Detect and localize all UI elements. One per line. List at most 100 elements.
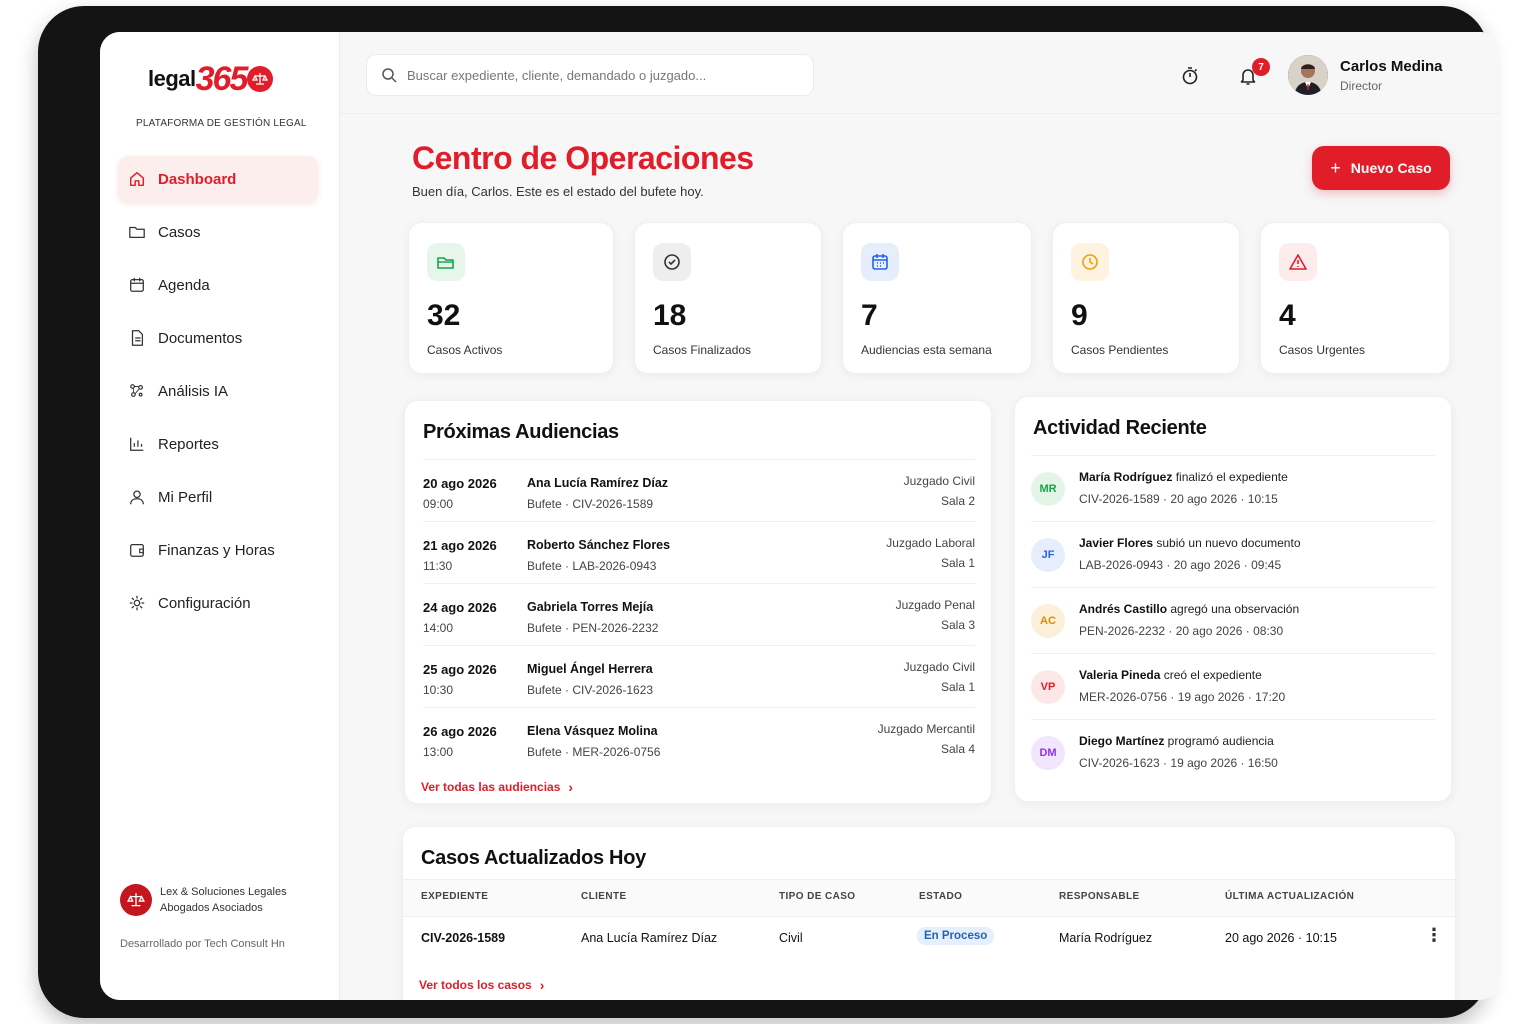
all-cases-label: Ver todos los casos [419, 978, 532, 992]
activity-item[interactable]: DM Diego Martínez programó audiencia CIV… [1031, 719, 1435, 785]
stat-card-hearings[interactable]: 7 Audiencias esta semana [842, 222, 1032, 374]
alert-icon [1279, 243, 1317, 281]
folder-open-icon [427, 243, 465, 281]
calendar-icon [861, 243, 899, 281]
sidebar-item-reportes[interactable]: Reportes [118, 421, 318, 467]
stat-value: 32 [427, 299, 461, 332]
hearing-row[interactable]: 20 ago 2026 09:00 Ana Lucía Ramírez Díaz… [423, 459, 975, 521]
hearing-time: 09:00 [423, 497, 454, 511]
hearings-panel: Próximas Audiencias 20 ago 2026 09:00 An… [404, 400, 992, 804]
hearing-row[interactable]: 26 ago 2026 13:00 Elena Vásquez Molina B… [423, 707, 975, 769]
hearing-court: Juzgado Civil [903, 660, 975, 674]
more-options-icon[interactable]: ⋮ [1425, 925, 1443, 946]
sidebar-item-documentos[interactable]: Documentos [118, 315, 318, 361]
hearing-client: Gabriela Torres Mejía [527, 600, 654, 614]
avatar[interactable] [1288, 55, 1328, 95]
home-icon [129, 171, 145, 187]
activity-meta: MER-2026-0756 · 19 ago 2026 · 17:20 [1079, 690, 1286, 704]
sidebar-item-finanzas[interactable]: Finanzas y Horas [118, 527, 318, 573]
column-header[interactable]: TIPO DE CASO [779, 891, 855, 902]
new-case-button[interactable]: + Nuevo Caso [1312, 146, 1450, 190]
hearing-time: 14:00 [423, 621, 454, 635]
activity-panel: Actividad Reciente MR María Rodríguez fi… [1014, 396, 1452, 802]
activity-user: Andrés Castillo [1079, 602, 1168, 616]
app-screen: legal 365 PLATAFORMA DE GESTIÓN LEGAL Da… [100, 32, 1500, 1000]
hearing-client: Miguel Ángel Herrera [527, 662, 653, 676]
activity-item[interactable]: JF Javier Flores subió un nuevo document… [1031, 521, 1435, 587]
folder-icon [129, 226, 145, 239]
column-header[interactable]: CLIENTE [581, 891, 627, 902]
hearings-title: Próximas Audiencias [423, 421, 619, 443]
app-logo[interactable]: legal 365 [148, 62, 274, 96]
activity-user: Javier Flores [1079, 536, 1154, 550]
hearing-row[interactable]: 25 ago 2026 10:30 Miguel Ángel Herrera B… [423, 645, 975, 707]
sidebar-item-analisis-ia[interactable]: Análisis IA [118, 368, 318, 414]
stat-card-active[interactable]: 32 Casos Activos [408, 222, 614, 374]
sidebar-item-dashboard[interactable]: Dashboard [118, 156, 318, 202]
wallet-icon [130, 543, 144, 557]
avatar: DM [1031, 736, 1065, 770]
sidebar-item-label: Reportes [158, 435, 219, 453]
hearing-room: Sala 1 [940, 680, 975, 694]
platform-subtitle: PLATAFORMA DE GESTIÓN LEGAL [136, 118, 307, 129]
hearing-court: Juzgado Mercantil [877, 722, 975, 736]
check-circle-icon [653, 243, 691, 281]
stat-card-urgent[interactable]: 4 Casos Urgentes [1260, 222, 1450, 374]
activity-meta: PEN-2026-2232 · 20 ago 2026 · 08:30 [1079, 624, 1284, 638]
cell-responsable: María Rodríguez [1059, 931, 1153, 945]
hearing-row[interactable]: 24 ago 2026 14:00 Gabriela Torres Mejía … [423, 583, 975, 645]
column-header[interactable]: EXPEDIENTE [421, 891, 488, 902]
hearing-date: 20 ago 2026 [423, 476, 497, 491]
activity-text: Andrés Castillo agregó una observación [1079, 602, 1299, 616]
activity-item[interactable]: VP Valeria Pineda creó el expediente MER… [1031, 653, 1435, 719]
hearing-date: 25 ago 2026 [423, 662, 497, 677]
hearing-court: Juzgado Civil [903, 474, 975, 488]
user-icon [130, 490, 144, 505]
stat-card-finished[interactable]: 18 Casos Finalizados [634, 222, 822, 374]
calendar-icon [130, 277, 144, 292]
stopwatch-icon[interactable] [1180, 66, 1200, 86]
all-hearings-label: Ver todas las audiencias [421, 780, 561, 794]
activity-item[interactable]: AC Andrés Castillo agregó una observació… [1031, 587, 1435, 653]
sidebar-item-mi-perfil[interactable]: Mi Perfil [118, 474, 318, 520]
activity-item[interactable]: MR María Rodríguez finalizó el expedient… [1031, 455, 1435, 521]
stat-label: Casos Finalizados [653, 343, 752, 357]
sidebar-item-label: Agenda [158, 276, 210, 294]
stat-value: 18 [653, 299, 687, 332]
clock-icon [1071, 243, 1109, 281]
column-header[interactable]: ESTADO [919, 891, 962, 902]
activity-user: Diego Martínez [1079, 734, 1165, 748]
plus-icon: + [1330, 157, 1341, 178]
cell-actualizacion: 20 ago 2026 · 10:15 [1225, 931, 1337, 945]
avatar: JF [1031, 538, 1065, 572]
activity-action: subió un nuevo documento [1153, 536, 1301, 550]
hearing-date: 24 ago 2026 [423, 600, 497, 615]
sidebar-item-label: Análisis IA [158, 382, 229, 400]
column-header[interactable]: RESPONSABLE [1059, 891, 1140, 902]
hearing-court: Juzgado Laboral [886, 536, 975, 550]
all-cases-link[interactable]: Ver todos los casos › [419, 977, 544, 993]
cell-expediente: CIV-2026-1589 [421, 931, 506, 945]
search-box[interactable] [366, 54, 814, 96]
user-name[interactable]: Carlos Medina [1340, 58, 1443, 75]
all-hearings-link[interactable]: Ver todas las audiencias › [421, 779, 573, 795]
hearing-date: 26 ago 2026 [423, 724, 497, 739]
hearing-row[interactable]: 21 ago 2026 11:30 Roberto Sánchez Flores… [423, 521, 975, 583]
sidebar-item-casos[interactable]: Casos [118, 209, 318, 255]
stat-card-pending[interactable]: 9 Casos Pendientes [1052, 222, 1240, 374]
sidebar-item-agenda[interactable]: Agenda [118, 262, 318, 308]
stat-value: 9 [1071, 299, 1088, 332]
sidebar-item-configuracion[interactable]: Configuración [118, 580, 318, 626]
stat-label: Casos Urgentes [1279, 343, 1366, 357]
chevron-right-icon: › [539, 977, 545, 993]
hearing-date: 21 ago 2026 [423, 538, 497, 553]
avatar: VP [1031, 670, 1065, 704]
hearing-client: Ana Lucía Ramírez Díaz [527, 476, 669, 490]
activity-meta: CIV-2026-1623 · 19 ago 2026 · 16:50 [1079, 756, 1278, 770]
page-title: Centro de Operaciones [412, 140, 754, 176]
stat-value: 7 [861, 299, 878, 332]
column-header[interactable]: ÚLTIMA ACTUALIZACIÓN [1225, 891, 1354, 902]
cases-today-title: Casos Actualizados Hoy [421, 847, 646, 869]
search-input[interactable] [407, 67, 787, 83]
hearing-room: Sala 2 [940, 494, 975, 508]
